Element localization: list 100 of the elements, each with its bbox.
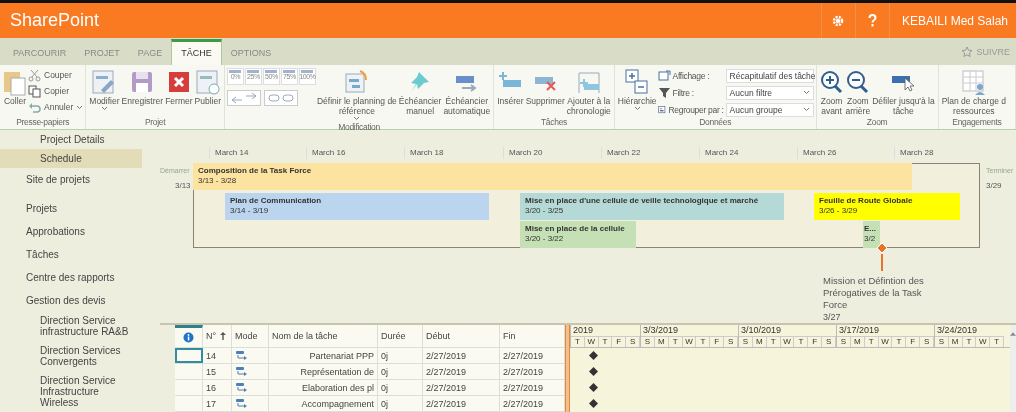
day-label: F — [906, 337, 921, 347]
column-header[interactable]: Durée — [378, 325, 423, 347]
nav-link[interactable]: Centre des rapports — [0, 266, 160, 289]
link-icon[interactable] — [264, 90, 298, 106]
group-label: Zoom — [865, 117, 889, 129]
gantt-icon — [343, 68, 370, 96]
column-header[interactable]: Mode — [232, 325, 269, 347]
day-label: T — [696, 337, 711, 347]
day-label: S — [920, 337, 934, 347]
group-label: Presse-papiers — [15, 117, 71, 129]
day-label: T — [598, 337, 613, 347]
nav-link[interactable]: Site de projets — [0, 168, 160, 191]
ribbon-button[interactable]: Échéancier manuel — [397, 67, 443, 117]
ribbon-button[interactable]: Modifier — [88, 67, 121, 112]
day-label: T — [794, 337, 809, 347]
outdent-icon[interactable] — [227, 90, 261, 106]
group-label: Engagements — [951, 117, 1003, 129]
app-title: SharePoint — [9, 10, 100, 31]
resource-icon — [960, 68, 987, 96]
table-cell: 17 — [203, 396, 232, 411]
milestone-marker — [589, 351, 598, 360]
dropdown[interactable]: Récapitulatif des tâche — [725, 68, 814, 83]
table-cell: 2/27/2019 — [423, 380, 500, 395]
scissors-icon — [28, 68, 41, 82]
day-label: F — [808, 337, 823, 347]
task-bar[interactable]: Plan de Communication 3/14 - 3/19 — [225, 193, 489, 220]
milestone-date: 3/27 — [823, 311, 841, 323]
ribbon-button[interactable]: Hiérarchie — [616, 67, 658, 112]
ribbon-button[interactable]: Copier — [28, 84, 84, 98]
day-label: F — [612, 337, 627, 347]
nav-link[interactable]: Projets — [0, 197, 160, 220]
nav-link[interactable]: Direction Service Infrastructure Wireless — [0, 372, 160, 412]
table-cell: 0j — [378, 364, 423, 379]
caret-icon — [802, 90, 810, 95]
ribbon-button[interactable]: Enregistrer — [120, 67, 165, 107]
dropdown[interactable]: Aucun groupe — [725, 102, 814, 117]
auto-schedule-icon — [235, 381, 249, 394]
task-bar[interactable]: Mise en place d'une cellule de veille technologique et marché 3/20 - 3/25 — [520, 193, 784, 220]
task-bar[interactable]: E... 3/2 — [863, 221, 880, 248]
start-date: 3/13 — [175, 181, 191, 190]
day-label: M — [850, 337, 865, 347]
date-label: March 14 — [215, 148, 249, 157]
auto-schedule-icon — [235, 365, 249, 378]
info-icon — [183, 332, 194, 343]
day-label: S — [935, 337, 949, 347]
help-icon — [867, 14, 877, 27]
dropdown[interactable]: Aucun filtre — [725, 85, 814, 100]
ribbon-button[interactable]: Échéancier automatique — [442, 67, 492, 117]
date-label: March 16 — [312, 148, 346, 157]
nav-link[interactable]: Direction Services Convergents — [0, 342, 160, 372]
ribbon-button[interactable]: Publier — [193, 67, 222, 107]
ribbon-button[interactable]: Annuler — [28, 100, 84, 114]
task-bar[interactable]: Mise en place de la cellule 3/20 - 3/22 — [520, 221, 636, 248]
filter-icon — [657, 86, 671, 99]
nav-link[interactable]: Gestion des devis — [0, 289, 160, 312]
ribbon-button[interactable]: Zoom arrière — [844, 67, 872, 117]
day-label: T — [668, 337, 683, 347]
row-selector[interactable] — [175, 348, 203, 363]
zoom-out-icon — [845, 68, 870, 96]
table-cell: Elaboration des pl — [269, 380, 378, 395]
ribbon-button[interactable]: Plan de charge d ressources — [940, 67, 1007, 117]
nav-link[interactable]: Schedule — [0, 149, 142, 168]
field-label: Filtre : — [672, 87, 694, 98]
table-cell: 0j — [378, 380, 423, 395]
task-bar[interactable]: Composition de la Task Force 3/13 - 3/28 — [193, 163, 912, 190]
date-label: March 20 — [509, 148, 543, 157]
nav-link[interactable]: Tâches — [0, 243, 160, 266]
nav-link[interactable]: Project Details — [0, 130, 160, 149]
task-bar[interactable]: Feuille de Route Globale 3/26 - 3/29 — [814, 193, 960, 220]
ribbon-tab[interactable]: TÂCHE — [171, 39, 222, 65]
scrollbar[interactable] — [1010, 325, 1016, 412]
splitter[interactable] — [565, 325, 570, 412]
table-cell: 14 — [203, 348, 232, 363]
nav-link[interactable]: Approbations — [0, 220, 160, 243]
view-icon — [657, 69, 671, 82]
ribbon-button[interactable]: Zoom avant — [818, 67, 845, 117]
ribbon-button[interactable]: Ajouter à la chronologie — [565, 67, 612, 117]
ribbon-button[interactable]: Défiler jusqu'à la tâche — [871, 67, 936, 117]
day-label: S — [626, 337, 640, 347]
day-label: S — [837, 337, 851, 347]
ribbon-button[interactable]: Fermer — [164, 67, 194, 107]
star-icon — [961, 45, 974, 58]
expand-collapse-icon — [624, 68, 651, 96]
settings-icon — [832, 14, 845, 27]
milestone-diamond[interactable] — [876, 242, 888, 254]
table-cell: 0j — [378, 396, 423, 411]
column-header[interactable]: Début — [423, 325, 500, 347]
nav-link[interactable]: Direction Service infrastructure RA&B — [0, 312, 160, 342]
ribbon-button[interactable]: Insérer — [496, 67, 525, 107]
ribbon-button[interactable]: Couper — [28, 68, 84, 82]
ribbon-button[interactable]: Coller — [2, 67, 28, 107]
day-label: T — [990, 337, 1004, 347]
date-label: March 18 — [410, 148, 444, 157]
day-label: S — [739, 337, 753, 347]
ribbon-button[interactable]: Définir le planning de référence — [316, 67, 398, 122]
milestone-marker — [589, 367, 598, 376]
leader-line — [881, 254, 883, 271]
column-header[interactable]: N° — [203, 325, 232, 347]
ribbon-button[interactable]: Supprimer — [524, 67, 566, 107]
column-header[interactable]: Nom de la tâche — [269, 325, 378, 347]
